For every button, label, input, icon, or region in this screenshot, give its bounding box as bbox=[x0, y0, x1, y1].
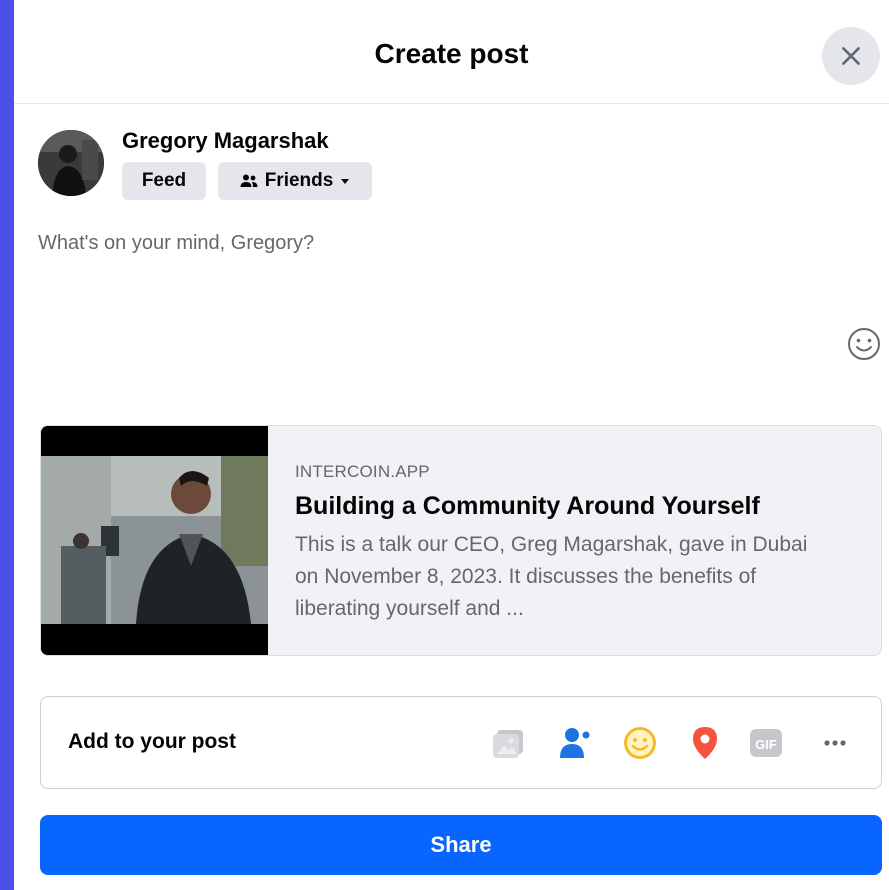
check-in-button[interactable] bbox=[685, 723, 725, 763]
link-preview[interactable]: INTERCOIN.APP Building a Community Aroun… bbox=[40, 425, 882, 656]
link-preview-thumbnail bbox=[41, 426, 268, 655]
emoji-button[interactable] bbox=[846, 326, 882, 362]
feed-selector[interactable]: Feed bbox=[122, 162, 206, 200]
close-icon bbox=[842, 47, 860, 65]
check-in-icon bbox=[693, 727, 717, 759]
feeling-activity-button[interactable] bbox=[620, 723, 660, 763]
gif-button[interactable]: GIF bbox=[746, 723, 786, 763]
dialog-title: Create post bbox=[374, 38, 529, 69]
author-name[interactable]: Gregory Magarshak bbox=[122, 128, 329, 154]
share-button[interactable]: Share bbox=[40, 815, 882, 875]
tag-people-button[interactable] bbox=[555, 723, 595, 763]
audience-selector[interactable]: Friends bbox=[218, 162, 372, 200]
post-author: Gregory Magarshak Feed Friends bbox=[38, 128, 738, 208]
gif-icon: GIF bbox=[750, 729, 782, 757]
add-to-post-bar: Add to your post GIF bbox=[40, 696, 882, 789]
chevron-down-icon bbox=[341, 179, 350, 184]
tag-people-icon bbox=[560, 728, 590, 758]
feeling-activity-icon bbox=[624, 727, 656, 759]
photo-video-button[interactable] bbox=[489, 723, 529, 763]
add-to-post-label: Add to your post bbox=[68, 730, 236, 753]
create-post-dialog: Create post Gregory Magarshak Feed Frien… bbox=[14, 0, 889, 890]
avatar[interactable] bbox=[38, 130, 104, 196]
svg-text:GIF: GIF bbox=[755, 737, 777, 752]
photo-video-icon bbox=[493, 730, 523, 758]
post-text-input[interactable]: What's on your mind, Gregory? bbox=[38, 232, 818, 255]
link-description: This is a talk our CEO, Greg Magarshak, … bbox=[295, 533, 808, 620]
link-preview-text: INTERCOIN.APP Building a Community Aroun… bbox=[295, 462, 855, 625]
more-options-button[interactable] bbox=[815, 723, 855, 763]
dialog-header: Create post bbox=[14, 0, 889, 104]
smiley-icon bbox=[848, 328, 880, 360]
link-title: Building a Community Around Yourself bbox=[295, 492, 760, 520]
audience-label: Friends bbox=[264, 170, 334, 191]
close-button[interactable] bbox=[822, 27, 880, 85]
link-domain: INTERCOIN.APP bbox=[295, 462, 430, 481]
more-icon bbox=[824, 740, 846, 746]
friends-icon bbox=[240, 174, 258, 187]
